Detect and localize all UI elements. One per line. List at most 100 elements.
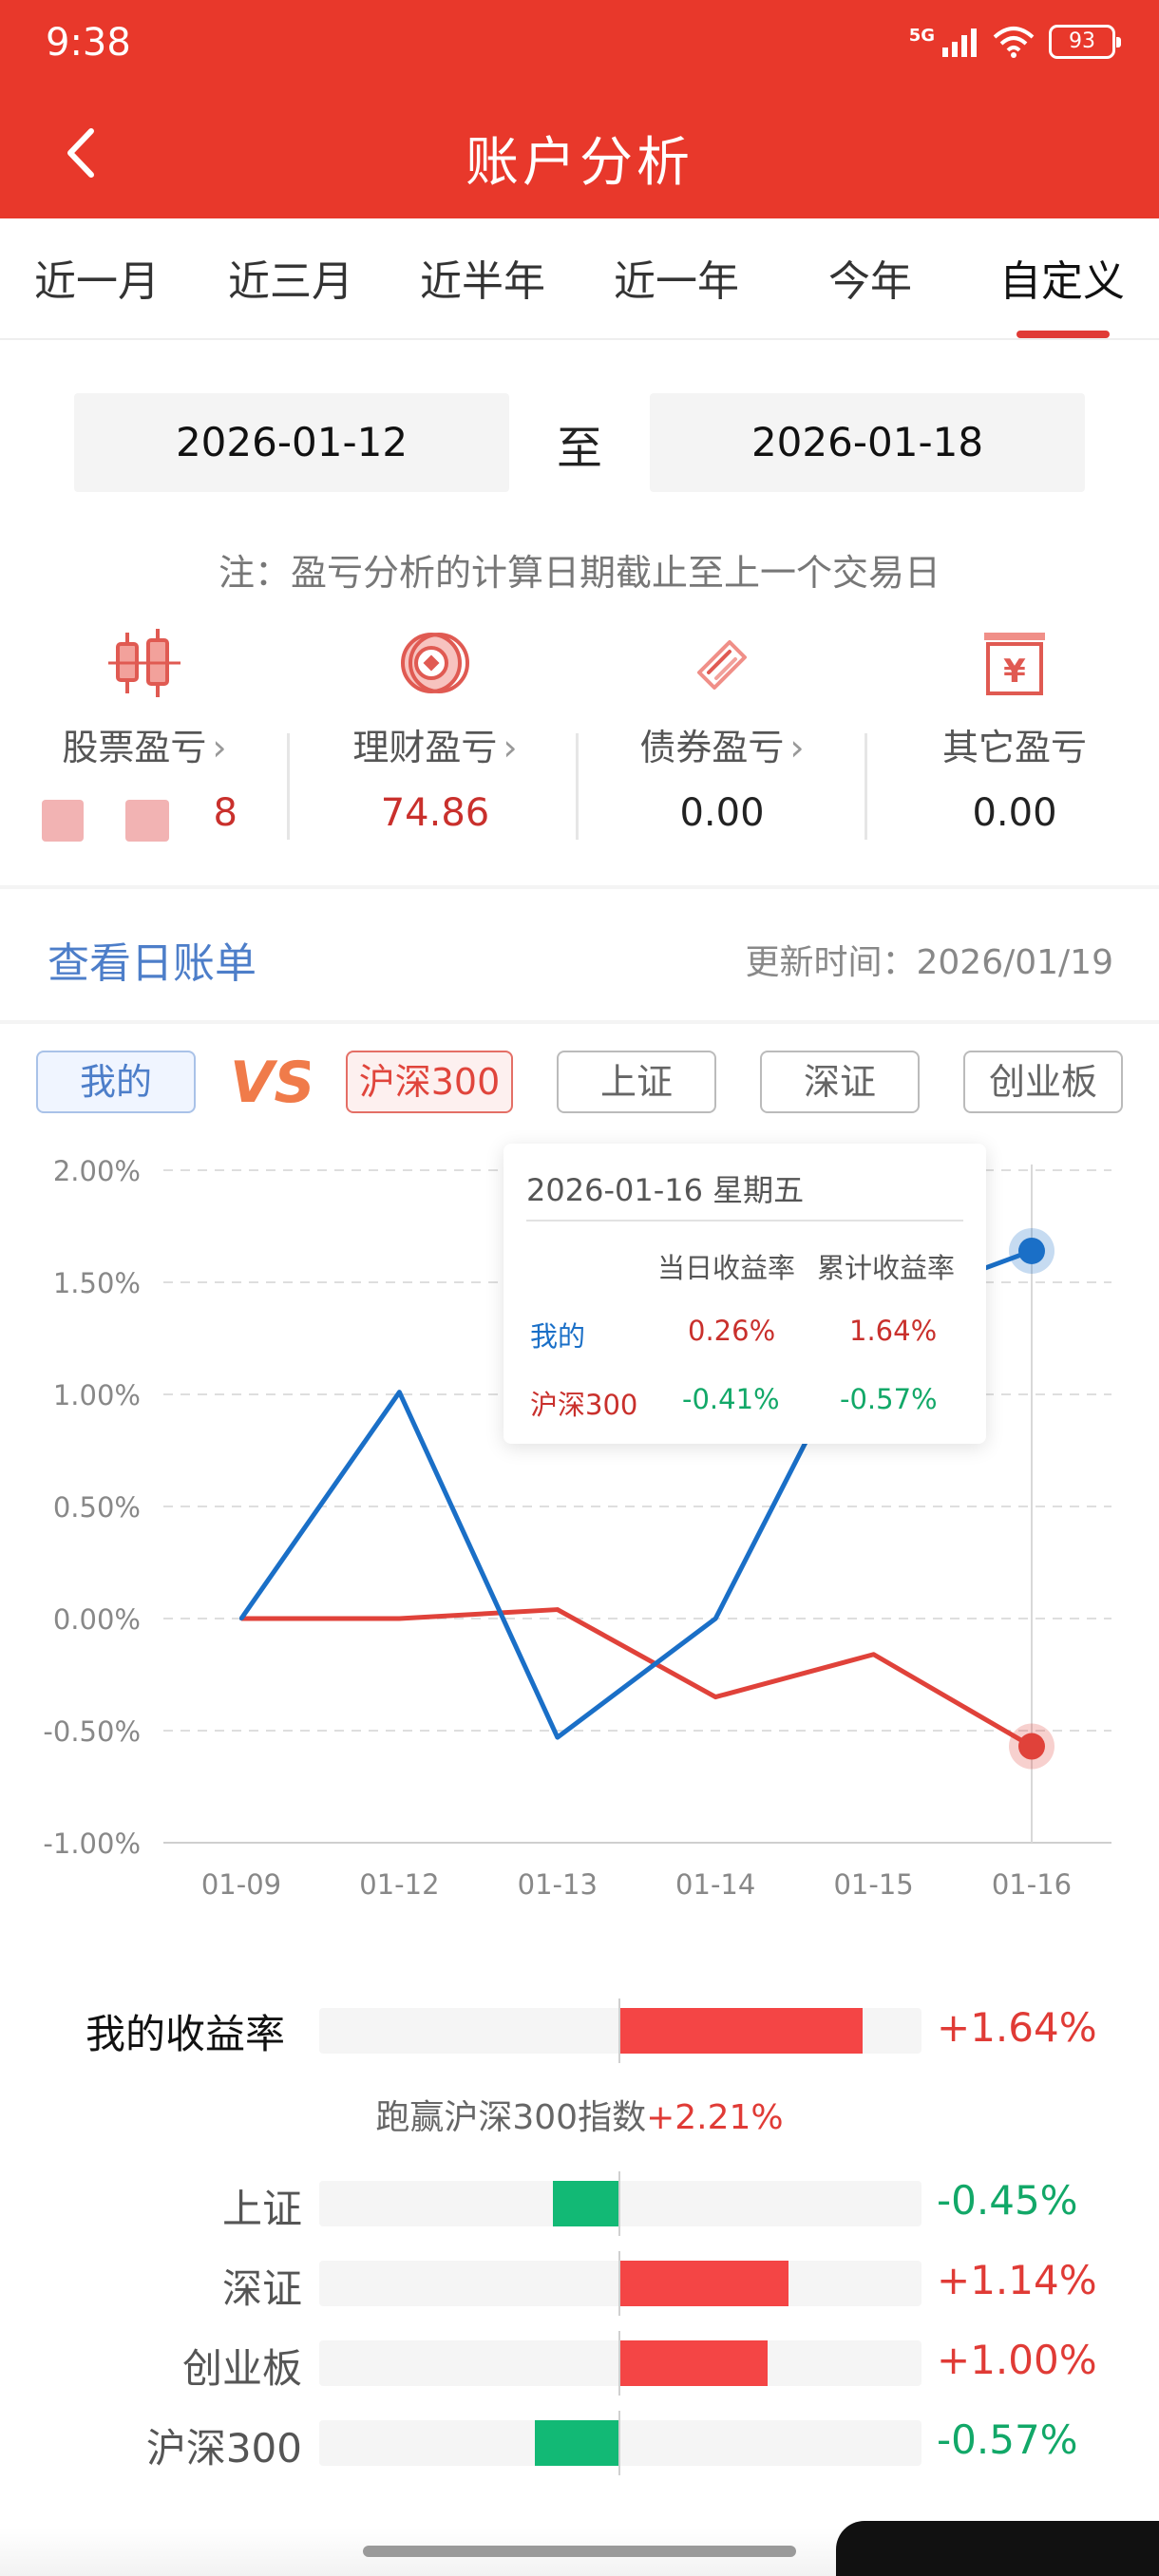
divider: [287, 733, 290, 840]
data-point: [239, 1617, 243, 1620]
y-tick-label: 0.00%: [53, 1603, 141, 1636]
start-date-field[interactable]: 2026-01-12: [74, 393, 509, 492]
my-return-value: +1.64%: [937, 2004, 1097, 2051]
tab-1y[interactable]: 近一年: [580, 247, 773, 308]
zero-line: [618, 2171, 620, 2236]
x-tick-label: 01-15: [833, 1868, 913, 1901]
coin-icon: [401, 633, 469, 693]
my-return-title: 我的收益率: [86, 2011, 286, 2057]
yuan-box-icon: ¥: [984, 633, 1045, 695]
y-tick-label: 1.00%: [53, 1379, 141, 1411]
divider: [864, 733, 867, 840]
wifi-icon: [993, 27, 1035, 58]
other-pl-item[interactable]: ¥ 其它盈亏 0.00: [872, 627, 1157, 835]
bond-ticket-icon: [697, 640, 747, 690]
tab-6m[interactable]: 近半年: [386, 247, 580, 308]
candlestick-icon: [108, 629, 180, 697]
index-label-sz: 深证: [221, 2265, 302, 2312]
divider: [576, 733, 579, 840]
highlight-point: [1018, 1733, 1045, 1760]
other-pl-label: 其它盈亏: [941, 727, 1087, 768]
highlight-point: [1018, 1237, 1045, 1264]
tab-1m[interactable]: 近一月: [0, 247, 194, 308]
compare-sh-button[interactable]: 上证: [557, 1051, 716, 1113]
index-bar-hs300: [535, 2420, 619, 2466]
index-bar-cyb: [619, 2340, 768, 2386]
y-tick-label: -0.50%: [43, 1715, 141, 1748]
chevron-right-icon: ›: [212, 727, 227, 768]
data-point: [713, 1695, 718, 1699]
wealth-pl-value: 74.86: [380, 791, 490, 835]
zero-line: [618, 2411, 620, 2475]
tab-3m[interactable]: 近三月: [194, 247, 388, 308]
tab-ytd[interactable]: 今年: [773, 247, 967, 308]
bond-pl-label: 债券盈亏: [639, 727, 785, 768]
data-point: [555, 1735, 560, 1740]
y-tick-label: 2.00%: [53, 1155, 141, 1187]
tooltip-row-hs-name: 沪深300: [530, 1389, 638, 1421]
tooltip-row-mine-daily: 0.26%: [688, 1315, 776, 1347]
compare-cyb-button[interactable]: 创业板: [963, 1051, 1123, 1113]
index-value-cyb: +1.00%: [937, 2337, 1097, 2383]
data-point: [397, 1390, 402, 1394]
compare-hs300-button[interactable]: 沪深300: [346, 1051, 513, 1113]
wealth-pl-item[interactable]: 理财盈亏 › 74.86: [293, 627, 578, 835]
calc-note: 注：盈亏分析的计算日期截止至上一个交易日: [218, 552, 940, 594]
tooltip-row-mine-name: 我的: [530, 1320, 586, 1353]
vs-logo: VS: [230, 1050, 310, 1113]
masked-value-block: [125, 800, 169, 842]
compare-mine-button[interactable]: 我的: [36, 1051, 196, 1113]
corner-overlay: [836, 2521, 1159, 2576]
update-time: 更新时间：2026/01/19: [745, 943, 1114, 982]
index-label-sh: 上证: [221, 2186, 302, 2232]
battery-icon: 93: [1049, 25, 1121, 59]
chart-tooltip: 2026-01-16 星期五 当日收益率 累计收益率 我的 0.26% 1.64…: [504, 1144, 986, 1444]
index-value-sh: -0.45%: [937, 2177, 1078, 2224]
x-tick-label: 01-13: [518, 1868, 598, 1901]
bond-pl-item[interactable]: 债券盈亏 › 0.00: [580, 627, 864, 835]
tooltip-col-daily: 当日收益率: [657, 1252, 796, 1284]
bond-pl-value: 0.00: [679, 791, 765, 835]
index-value-sz: +1.14%: [937, 2257, 1097, 2303]
svg-text:VS: VS: [230, 1050, 310, 1113]
svg-text:¥: ¥: [1003, 653, 1026, 691]
home-indicator[interactable]: [363, 2546, 796, 2557]
tooltip-row-mine-cum: 1.64%: [849, 1315, 938, 1347]
period-tabs: 近一月 近三月 近半年 近一年 今年 自定义: [0, 218, 1159, 340]
signal-icon: [942, 28, 977, 57]
status-bar: 9:38 5G 93: [0, 0, 1159, 87]
index-bar-sh: [552, 2181, 619, 2226]
nav-bar: 账户分析: [0, 87, 1159, 218]
section-divider: [0, 885, 1159, 889]
section-divider: [0, 1020, 1159, 1024]
network-label: 5G: [908, 25, 935, 46]
divider: [526, 1220, 963, 1222]
index-label-hs300: 沪深300: [145, 2425, 302, 2472]
tooltip-col-cum: 累计收益率: [817, 1252, 956, 1284]
tooltip-row-hs-daily: -0.41%: [682, 1383, 780, 1415]
masked-value-block: [42, 800, 84, 842]
y-tick-label: 0.50%: [53, 1491, 141, 1524]
daily-bill-link[interactable]: 查看日账单: [48, 929, 256, 990]
compare-sz-button[interactable]: 深证: [760, 1051, 920, 1113]
chevron-right-icon: ›: [503, 727, 518, 768]
end-date-field[interactable]: 2026-01-18: [650, 393, 1085, 492]
outperform-text: 跑赢沪深300指数+2.21%: [375, 2098, 784, 2137]
y-tick-label: 1.50%: [53, 1267, 141, 1299]
x-tick-label: 01-12: [359, 1868, 439, 1901]
tooltip-row-hs-cum: -0.57%: [840, 1383, 938, 1415]
status-icons: 5G 93: [908, 25, 1121, 59]
perf-track: [319, 2181, 922, 2226]
zero-line: [618, 1998, 620, 2063]
tooltip-date: 2026-01-16 星期五: [526, 1172, 805, 1208]
x-tick-label: 01-14: [675, 1868, 755, 1901]
page-title: 账户分析: [466, 132, 694, 194]
other-pl-value: 0.00: [972, 791, 1057, 835]
index-bar-sz: [619, 2261, 788, 2306]
index-label-cyb: 创业板: [181, 2345, 302, 2392]
date-separator: 至: [557, 422, 603, 475]
x-tick-label: 01-09: [201, 1868, 281, 1901]
data-point: [397, 1617, 402, 1620]
zero-line: [618, 2251, 620, 2316]
tab-custom[interactable]: 自定义: [965, 247, 1159, 308]
